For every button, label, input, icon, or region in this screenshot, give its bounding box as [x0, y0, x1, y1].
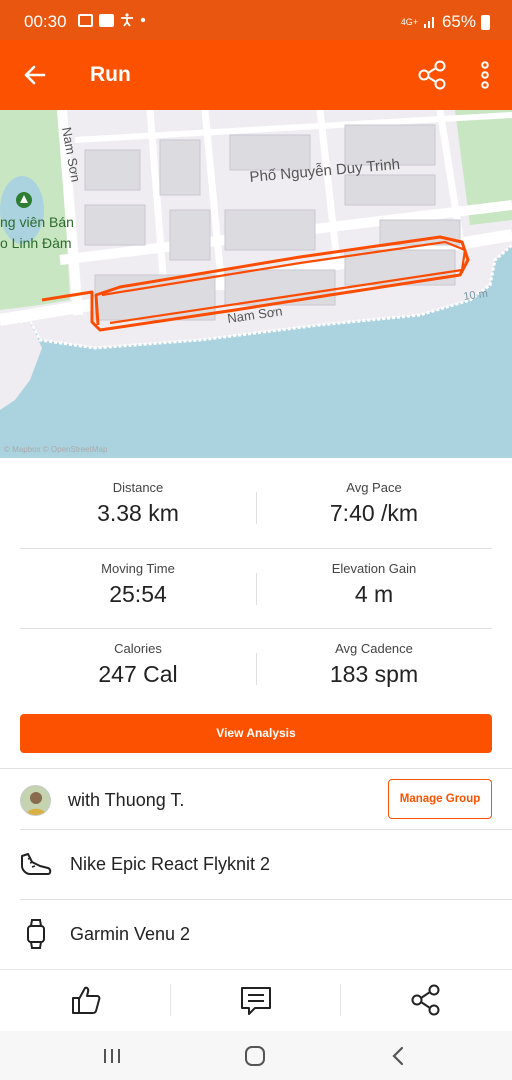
app-bar: Run	[0, 40, 512, 110]
stat-label: Elevation Gain	[331, 560, 417, 576]
network-type: 4G+	[400, 16, 418, 27]
share-icon[interactable]	[408, 982, 444, 1018]
stat-value: 7:40 /km	[329, 500, 419, 526]
home-icon[interactable]	[238, 1039, 272, 1073]
recent-apps-icon[interactable]	[95, 1039, 129, 1073]
park-label-1: ng viên Bán	[0, 214, 74, 230]
stat-calories: Calories 247 Cal	[20, 629, 256, 709]
park-label-2: o Linh Đàm	[0, 235, 72, 251]
device-name: Garmin Venu 2	[70, 924, 191, 944]
thumbs-up-icon[interactable]	[68, 982, 104, 1018]
page-title: Run	[90, 63, 131, 86]
strava-notification-icon	[99, 13, 114, 27]
stat-label: Avg Cadence	[335, 641, 413, 656]
avatar[interactable]	[20, 785, 51, 816]
stat-value: 25:54	[109, 580, 167, 607]
stat-label: Avg Pace	[346, 480, 402, 495]
group-athlete-text[interactable]: with Thuong T.	[68, 790, 184, 811]
battery-icon	[481, 14, 490, 30]
stat-value: 247 Cal	[98, 661, 178, 687]
group-row[interactable]: with Thuong T. Manage Group	[0, 770, 512, 830]
stat-avg-pace: Avg Pace 7:40 /km	[256, 468, 492, 548]
route-map[interactable]: Phố Nguyễn Duy Trinh Nam Sơn Nam Sơn ng …	[0, 110, 512, 458]
view-analysis-button[interactable]: View Analysis	[20, 714, 492, 753]
watch-icon	[27, 919, 45, 949]
notification-icons	[78, 13, 146, 27]
stat-avg-cadence: Avg Cadence 183 spm	[256, 629, 492, 709]
map-attribution[interactable]: © Mapbox © OpenStreetMap	[4, 445, 107, 454]
gear-device-row[interactable]: Garmin Venu 2	[0, 900, 512, 968]
share-icon[interactable]	[415, 58, 449, 92]
more-vertical-icon[interactable]	[470, 58, 500, 92]
battery-percent: 65%	[441, 12, 476, 31]
stats-row-3: Calories 247 Cal Avg Cadence 183 spm	[20, 629, 492, 710]
action-divider	[340, 984, 341, 1016]
park-pin-icon	[16, 192, 32, 208]
status-bar: 00:30 4G+ 65%	[0, 0, 512, 40]
dot-icon	[140, 17, 146, 23]
status-time: 00:30	[24, 12, 67, 31]
map-canvas: Phố Nguyễn Duy Trinh Nam Sơn Nam Sơn ng …	[0, 110, 512, 458]
back-icon[interactable]	[382, 1039, 416, 1073]
divider	[0, 768, 512, 769]
stat-value: 3.38 km	[97, 500, 179, 526]
stat-elevation-gain: Elevation Gain 4 m	[256, 549, 492, 629]
action-divider	[170, 984, 171, 1016]
stat-label: Calories	[114, 641, 162, 656]
comment-icon[interactable]	[238, 982, 274, 1018]
gallery-notification-icon	[78, 13, 93, 27]
stat-distance: Distance 3.38 km	[20, 468, 256, 548]
manage-group-button[interactable]: Manage Group	[388, 779, 492, 819]
stat-value: 4 m	[354, 580, 394, 607]
signal-icon	[423, 17, 434, 28]
gear-shoes-row[interactable]: Nike Epic React Flyknit 2	[0, 830, 512, 898]
stat-moving-time: Moving Time 25:54	[20, 549, 256, 629]
accessibility-icon	[121, 13, 133, 27]
status-right: 4G+ 65%	[401, 12, 490, 32]
stats-row-2: Moving Time 25:54 Elevation Gain 4 m	[20, 549, 492, 629]
shoe-icon	[21, 853, 52, 875]
stat-label: Moving Time	[101, 560, 175, 576]
system-nav-bar	[0, 1031, 512, 1080]
back-arrow-icon[interactable]	[18, 58, 52, 92]
activity-action-bar	[0, 969, 512, 1031]
stats-grid: Distance 3.38 km Avg Pace 7:40 /km Movin…	[20, 468, 492, 710]
stat-label: Distance	[112, 480, 164, 495]
stats-row-1: Distance 3.38 km Avg Pace 7:40 /km	[20, 468, 492, 549]
shoes-name: Nike Epic React Flyknit 2	[70, 854, 271, 874]
stat-value: 183 spm	[329, 661, 419, 687]
